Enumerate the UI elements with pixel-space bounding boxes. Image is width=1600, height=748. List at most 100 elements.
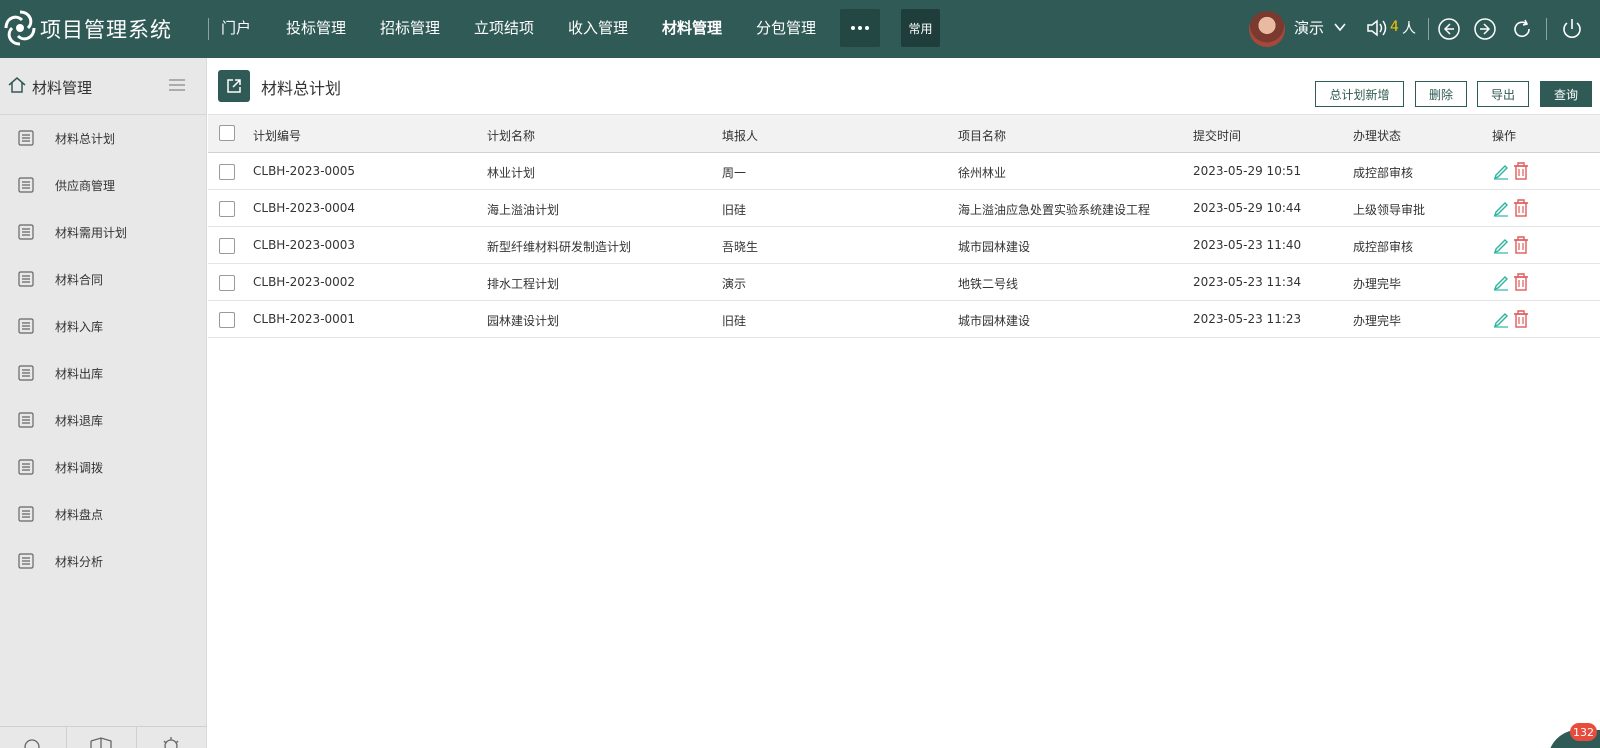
row-checkbox[interactable] [219,201,235,217]
row-checkbox[interactable] [219,275,235,291]
sidebar-item-supplier[interactable]: 供应商管理 [0,162,207,208]
delete-button[interactable]: 删除 [1415,81,1467,107]
reporter: 旧硅 [722,203,747,217]
column-header[interactable]: 计划名称 [487,127,535,144]
trash-icon[interactable] [1512,272,1530,292]
column-header: 操作 [1492,129,1517,143]
table-row[interactable]: CLBH-2023-0001 园林建设计划 旧硅 城市园林建设 2023-05-… [208,301,1600,338]
table-row[interactable]: CLBH-2023-0005 林业计划 周一 徐州林业 2023-05-29 1… [208,153,1600,190]
list-icon [18,224,34,240]
status: 上级领导审批 [1353,203,1426,217]
plan-name: 海上溢油计划 [487,203,560,217]
sidebar-item-inventory[interactable]: 材料盘点 [0,491,207,537]
list-icon [18,553,34,569]
edit-icon[interactable] [1492,199,1510,217]
trash-icon[interactable] [1512,161,1530,181]
column-header[interactable]: 办理状态 [1353,127,1401,144]
sidebar-item-contract[interactable]: 材料合同 [0,256,207,302]
footer-settings[interactable] [137,727,207,748]
refresh-icon[interactable] [1510,17,1534,41]
logo-icon [4,10,36,46]
plan-code: CLBH-2023-0002 [253,275,356,289]
column-header[interactable]: 提交时间 [1193,127,1241,144]
project-name: 地铁二号线 [958,277,1019,291]
sidebar-item-outbound[interactable]: 材料出库 [0,350,207,396]
power-icon[interactable] [1560,17,1584,41]
user-name[interactable]: 演示 [1294,17,1324,38]
nav-tendering[interactable]: 招标管理 [380,17,440,38]
query-button[interactable]: 查询 [1540,81,1592,107]
column-header[interactable]: 项目名称 [958,127,1006,144]
nav-portal[interactable]: 门户 [221,17,251,38]
edit-icon[interactable] [1492,162,1510,180]
notification-badge[interactable]: 132 [1570,723,1597,741]
row-checkbox[interactable] [219,312,235,328]
reporter: 周一 [722,166,747,180]
column-header[interactable]: 计划编号 [253,127,301,144]
sidebar-item-label: 材料总计划 [55,132,116,146]
sidebar-item-label: 材料出库 [55,367,104,381]
plan-name: 排水工程计划 [487,277,560,291]
project-name: 海上溢油应急处置实验系统建设工程 [958,203,1151,217]
table-row[interactable]: CLBH-2023-0003 新型纤维材料研发制造计划 吾晓生 城市园林建设 2… [208,227,1600,264]
nav-material[interactable]: 材料管理 [662,17,722,38]
export-button[interactable]: 导出 [1477,81,1529,107]
sidebar-item-analysis[interactable]: 材料分析 [0,538,207,584]
home-icon[interactable] [7,75,27,95]
sidebar-item-label: 材料需用计划 [55,226,128,240]
sidebar-item-inbound[interactable]: 材料入库 [0,303,207,349]
chevron-down-icon[interactable] [1333,20,1347,34]
footer-book[interactable] [67,727,137,748]
sidebar-item-transfer[interactable]: 材料调拨 [0,444,207,490]
sidebar-item-material-master-plan[interactable]: 材料总计划 [0,115,207,161]
common-button[interactable]: 常用 [901,9,940,47]
edit-icon[interactable] [1492,236,1510,254]
row-checkbox[interactable] [219,238,235,254]
avatar[interactable] [1249,11,1285,47]
sidebar-item-return[interactable]: 材料退库 [0,397,207,443]
project-name: 城市园林建设 [958,240,1031,254]
reporter: 演示 [722,277,747,291]
sidebar-item-label: 材料入库 [55,320,104,334]
submit-time: 2023-05-29 10:44 [1193,201,1302,215]
edit-icon[interactable] [1492,273,1510,291]
edit-icon[interactable] [1492,310,1510,328]
more-menu-button[interactable] [840,9,880,47]
column-header[interactable]: 填报人 [722,127,758,144]
select-all-checkbox[interactable] [219,125,235,141]
submit-time: 2023-05-23 11:34 [1193,275,1302,289]
nav-project-setup[interactable]: 立项结项 [474,17,534,38]
list-icon [18,506,34,522]
trash-icon[interactable] [1512,198,1530,218]
add-plan-button[interactable]: 总计划新增 [1315,81,1404,107]
table-row[interactable]: CLBH-2023-0004 海上溢油计划 旧硅 海上溢油应急处置实验系统建设工… [208,190,1600,227]
project-name: 徐州林业 [958,166,1007,180]
search-icon [24,739,40,748]
back-icon[interactable] [1437,17,1461,41]
nav-bidding[interactable]: 投标管理 [286,17,346,38]
status: 成控部审核 [1353,240,1414,254]
trash-icon[interactable] [1512,309,1530,329]
submit-time: 2023-05-29 10:51 [1193,164,1302,178]
plan-name: 新型纤维材料研发制造计划 [487,240,632,254]
sidebar-item-demand-plan[interactable]: 材料需用计划 [0,209,207,255]
nav-subcontract[interactable]: 分包管理 [756,17,816,38]
nav-income[interactable]: 收入管理 [568,17,628,38]
sidebar-footer [0,726,207,748]
forward-icon[interactable] [1473,17,1497,41]
footer-search[interactable] [0,727,67,748]
online-unit: 人 [1402,21,1416,37]
table-row[interactable]: CLBH-2023-0002 排水工程计划 演示 地铁二号线 2023-05-2… [208,264,1600,301]
book-icon [90,737,112,748]
trash-icon[interactable] [1512,235,1530,255]
divider [208,18,209,40]
list-icon [18,459,34,475]
row-checkbox[interactable] [219,164,235,180]
menu-collapse-icon[interactable] [168,78,186,92]
plan-code: CLBH-2023-0005 [253,164,356,178]
app-title: 项目管理系统 [40,18,172,42]
list-icon [18,177,34,193]
speaker-icon[interactable] [1366,18,1388,38]
open-external-icon[interactable] [218,70,250,102]
sidebar: 材料管理 材料总计划 供应商管理 材料需用计划 材料合同 材料入库 材料出库 材… [0,58,207,748]
